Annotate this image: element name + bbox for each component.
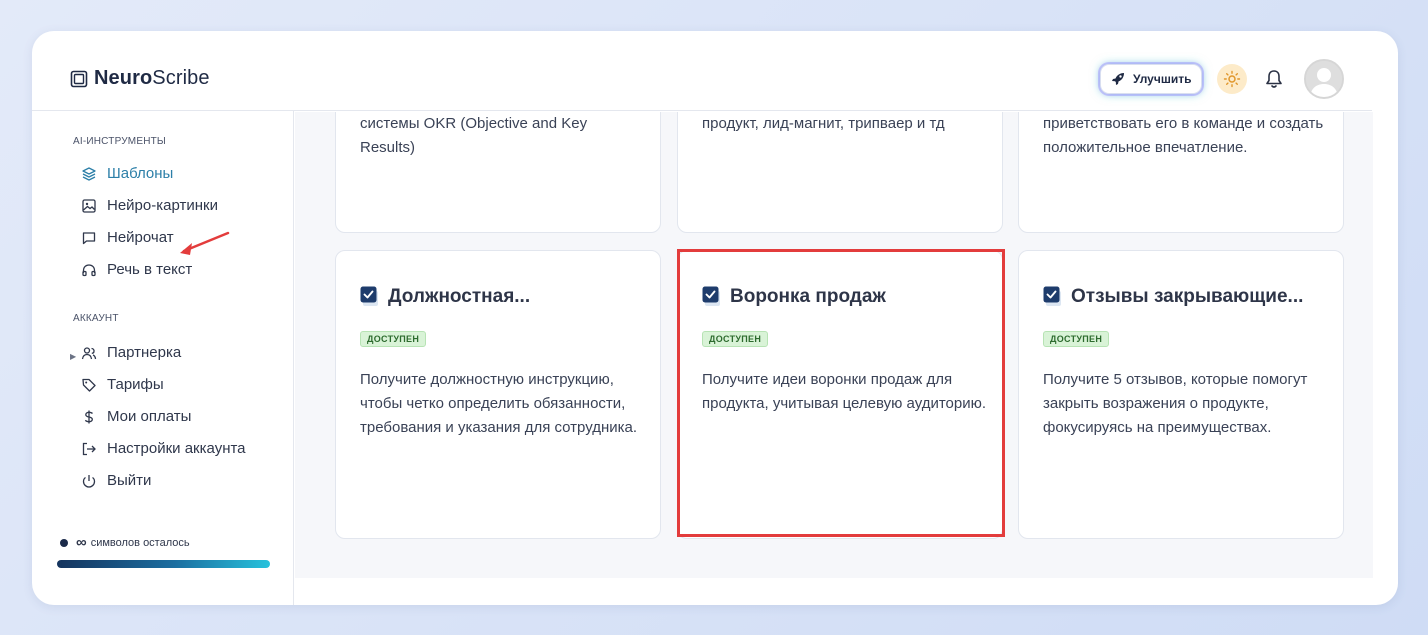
card-title-row: Отзывы закрывающие... [1043,286,1303,308]
sidebar-item-neurochat[interactable]: Нейрочат [81,229,174,246]
checkbox-icon [1043,286,1061,306]
card-description: Получите идеи воронки продаж для продукт… [702,371,987,412]
card-description: Получите 5 отзывов, которые помогут закр… [1043,371,1308,436]
card-title-row: Должностная... [360,286,530,308]
status-badge: ДОСТУПЕН [360,331,427,347]
checkbox-icon [360,286,378,306]
sidebar-item-speech-to-text[interactable]: Речь в текст [81,261,192,278]
tag-icon [82,378,96,392]
sidebar-item-label: Речь в текст [107,261,193,278]
symbols-progress-fill [57,560,270,568]
logout-arrow-icon [82,442,96,455]
logo-icon [70,70,88,87]
card-title-row: Воронка продаж [702,286,886,308]
card-description: системы OKR (Objective and Key Results) [360,115,588,156]
user-avatar-icon [1306,61,1342,97]
template-card-job-description[interactable]: Должностная... ДОСТУПЕН Получите должнос… [335,250,661,539]
card-title: Воронка продаж [730,286,886,307]
status-dot-icon [60,538,68,547]
sidebar-item-label: Нейрочат [107,229,174,246]
checkbox-icon [702,286,720,306]
app-window: NeuroScribe Улучшить AI-ИНСТРУМЕНТЫ Шабл… [32,31,1398,605]
logo[interactable]: NeuroScribe [70,67,210,90]
power-icon [82,474,96,488]
account-section-title: АККАУНТ [73,313,119,324]
symbols-progress-bar [57,560,270,568]
sidebar-item-tariffs[interactable]: Тарифы [81,376,164,393]
sun-icon [1223,70,1241,88]
sidebar-item-label: Нейро-картинки [107,197,218,214]
card-description: Получите должностную инструкцию, чтобы ч… [360,371,638,436]
status-badge: ДОСТУПЕН [1043,331,1110,347]
rocket-icon [1112,73,1124,85]
symbols-count: ∞ [76,534,87,551]
top-header: NeuroScribe Улучшить [32,31,1372,111]
sidebar-item-label: Тарифы [107,376,164,393]
card-description: приветствовать его в команде и создать п… [1043,115,1324,156]
sidebar-item-label: Выйти [107,472,152,489]
chat-icon [82,231,96,244]
red-arrow-annotation-icon [180,231,230,255]
symbols-remaining: ∞ символов осталось [60,534,190,551]
bell-icon[interactable] [1263,68,1285,90]
card-description: продукт, лид-магнит, трипваер и тд [702,115,945,132]
template-card-sales-funnel[interactable]: Воронка продаж ДОСТУПЕН Получите идеи во… [677,250,1003,539]
image-icon [82,198,96,213]
theme-toggle-button[interactable] [1217,64,1247,94]
sidebar-item-label: Настройки аккаунта [107,440,246,457]
upgrade-button[interactable]: Улучшить [1100,64,1203,94]
sidebar-item-label: Партнерка [107,344,182,361]
templates-grid: системы OKR (Objective and Key Results) … [295,112,1373,578]
sidebar-item-neuro-images[interactable]: Нейро-картинки [81,197,218,214]
avatar[interactable] [1304,59,1344,99]
ai-tools-section-title: AI-ИНСТРУМЕНТЫ [73,136,166,147]
expand-caret-icon[interactable]: ▶ [70,352,76,361]
layers-icon [82,166,96,181]
template-card-closing-reviews[interactable]: Отзывы закрывающие... ДОСТУПЕН Получите … [1018,250,1344,539]
symbols-label: символов осталось [90,536,190,549]
users-icon [81,346,97,359]
template-card[interactable]: системы OKR (Objective and Key Results) [335,112,661,233]
upgrade-label: Улучшить [1133,72,1192,86]
card-title: Отзывы закрывающие... [1071,286,1304,307]
dollar-icon [84,410,93,423]
sidebar-item-payments[interactable]: Мои оплаты [81,408,191,425]
sidebar-item-partner[interactable]: Партнерка [81,344,181,361]
sidebar-item-account-settings[interactable]: Настройки аккаунта [81,440,246,457]
sidebar-item-label: Мои оплаты [107,408,192,425]
card-title: Должностная... [388,286,531,307]
sidebar: AI-ИНСТРУМЕНТЫ Шаблоны Нейро-картинки Не… [32,111,294,605]
sidebar-item-logout[interactable]: Выйти [81,472,151,489]
template-card[interactable]: продукт, лид-магнит, трипваер и тд [677,112,1003,233]
status-badge: ДОСТУПЕН [702,331,769,347]
template-card[interactable]: приветствовать его в команде и создать п… [1018,112,1344,233]
logo-text: NeuroScribe [94,67,210,89]
sidebar-item-label: Шаблоны [107,165,174,182]
headphones-icon [82,263,96,276]
sidebar-item-templates[interactable]: Шаблоны [81,165,173,182]
